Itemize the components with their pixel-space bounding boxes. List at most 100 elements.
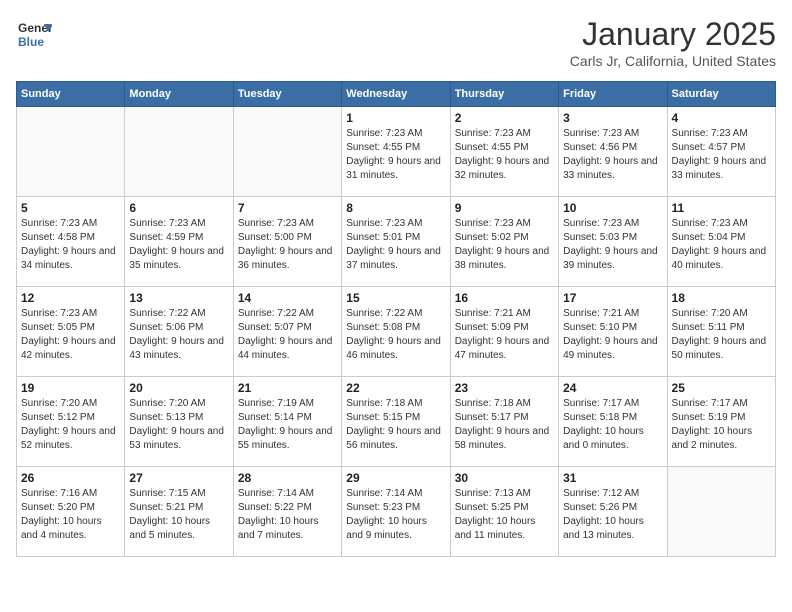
day-info: Sunrise: 7:18 AMSunset: 5:17 PMDaylight:…: [455, 397, 554, 453]
day-info: Sunrise: 7:17 AMSunset: 5:19 PMDaylight:…: [672, 397, 771, 453]
day-info: Sunrise: 7:23 AMSunset: 5:04 PMDaylight:…: [672, 217, 771, 273]
month-title: January 2025: [570, 16, 776, 53]
week-row-2: 5 Sunrise: 7:23 AMSunset: 4:58 PMDaylight…: [17, 197, 776, 287]
day-info: Sunrise: 7:23 AMSunset: 4:59 PMDaylight:…: [129, 217, 228, 273]
day-number: 4: [672, 111, 771, 125]
day-info: Sunrise: 7:14 AMSunset: 5:22 PMDaylight:…: [238, 487, 337, 543]
day-number: 10: [563, 201, 662, 215]
day-number: 26: [21, 471, 120, 485]
weekday-header-thursday: Thursday: [450, 82, 558, 107]
day-number: 29: [346, 471, 445, 485]
calendar-cell: 26 Sunrise: 7:16 AMSunset: 5:20 PMDayligh…: [17, 467, 125, 557]
day-number: 14: [238, 291, 337, 305]
calendar-cell: [233, 107, 341, 197]
calendar-cell: 1 Sunrise: 7:23 AMSunset: 4:55 PMDaylight…: [342, 107, 450, 197]
day-info: Sunrise: 7:16 AMSunset: 5:20 PMDaylight:…: [21, 487, 120, 543]
calendar-cell: 18 Sunrise: 7:20 AMSunset: 5:11 PMDayligh…: [667, 287, 775, 377]
calendar-table: SundayMondayTuesdayWednesdayThursdayFrid…: [16, 81, 776, 557]
day-info: Sunrise: 7:23 AMSunset: 5:05 PMDaylight:…: [21, 307, 120, 363]
calendar-cell: 23Sunrise: 7:18 AMSunset: 5:17 PMDayligh…: [450, 377, 558, 467]
calendar-cell: 11Sunrise: 7:23 AMSunset: 5:04 PMDayligh…: [667, 197, 775, 287]
day-number: 13: [129, 291, 228, 305]
day-info: Sunrise: 7:22 AMSunset: 5:07 PMDaylight:…: [238, 307, 337, 363]
location-subtitle: Carls Jr, California, United States: [570, 53, 776, 69]
day-info: Sunrise: 7:15 AMSunset: 5:21 PMDaylight:…: [129, 487, 228, 543]
calendar-cell: [667, 467, 775, 557]
day-info: Sunrise: 7:20 AMSunset: 5:11 PMDaylight:…: [672, 307, 771, 363]
day-number: 25: [672, 381, 771, 395]
day-number: 6: [129, 201, 228, 215]
calendar-cell: 9 Sunrise: 7:23 AMSunset: 5:02 PMDaylight…: [450, 197, 558, 287]
day-info: Sunrise: 7:23 AMSunset: 5:00 PMDaylight:…: [238, 217, 337, 273]
day-number: 28: [238, 471, 337, 485]
day-info: Sunrise: 7:12 AMSunset: 5:26 PMDaylight:…: [563, 487, 662, 543]
day-info: Sunrise: 7:21 AMSunset: 5:10 PMDaylight:…: [563, 307, 662, 363]
day-info: Sunrise: 7:22 AMSunset: 5:06 PMDaylight:…: [129, 307, 228, 363]
week-row-5: 26 Sunrise: 7:16 AMSunset: 5:20 PMDayligh…: [17, 467, 776, 557]
calendar-cell: 19Sunrise: 7:20 AMSunset: 5:12 PMDayligh…: [17, 377, 125, 467]
day-number: 9: [455, 201, 554, 215]
calendar-cell: 8 Sunrise: 7:23 AMSunset: 5:01 PMDaylight…: [342, 197, 450, 287]
weekday-header-sunday: Sunday: [17, 82, 125, 107]
day-number: 24: [563, 381, 662, 395]
day-info: Sunrise: 7:23 AMSunset: 4:55 PMDaylight:…: [455, 127, 554, 183]
weekday-header-friday: Friday: [559, 82, 667, 107]
day-number: 31: [563, 471, 662, 485]
day-info: Sunrise: 7:23 AMSunset: 4:56 PMDaylight:…: [563, 127, 662, 183]
day-number: 12: [21, 291, 120, 305]
day-number: 15: [346, 291, 445, 305]
week-row-1: 1 Sunrise: 7:23 AMSunset: 4:55 PMDaylight…: [17, 107, 776, 197]
logo-icon: General Blue: [16, 16, 52, 52]
day-info: Sunrise: 7:23 AMSunset: 5:01 PMDaylight:…: [346, 217, 445, 273]
logo: General Blue: [16, 16, 52, 52]
weekday-header-wednesday: Wednesday: [342, 82, 450, 107]
day-info: Sunrise: 7:17 AMSunset: 5:18 PMDaylight:…: [563, 397, 662, 453]
weekday-header-row: SundayMondayTuesdayWednesdayThursdayFrid…: [17, 82, 776, 107]
calendar-cell: 15 Sunrise: 7:22 AMSunset: 5:08 PMDayligh…: [342, 287, 450, 377]
day-number: 22: [346, 381, 445, 395]
calendar-cell: 25 Sunrise: 7:17 AMSunset: 5:19 PMDayligh…: [667, 377, 775, 467]
calendar-cell: 10Sunrise: 7:23 AMSunset: 5:03 PMDayligh…: [559, 197, 667, 287]
day-number: 18: [672, 291, 771, 305]
day-info: Sunrise: 7:23 AMSunset: 4:57 PMDaylight:…: [672, 127, 771, 183]
day-number: 3: [563, 111, 662, 125]
day-info: Sunrise: 7:23 AMSunset: 4:58 PMDaylight:…: [21, 217, 120, 273]
calendar-cell: 30Sunrise: 7:13 AMSunset: 5:25 PMDayligh…: [450, 467, 558, 557]
calendar-cell: 3 Sunrise: 7:23 AMSunset: 4:56 PMDaylight…: [559, 107, 667, 197]
calendar-cell: [17, 107, 125, 197]
calendar-cell: 16Sunrise: 7:21 AMSunset: 5:09 PMDayligh…: [450, 287, 558, 377]
day-info: Sunrise: 7:20 AMSunset: 5:12 PMDaylight:…: [21, 397, 120, 453]
weekday-header-saturday: Saturday: [667, 82, 775, 107]
week-row-4: 19Sunrise: 7:20 AMSunset: 5:12 PMDayligh…: [17, 377, 776, 467]
day-info: Sunrise: 7:21 AMSunset: 5:09 PMDaylight:…: [455, 307, 554, 363]
weekday-header-tuesday: Tuesday: [233, 82, 341, 107]
day-number: 17: [563, 291, 662, 305]
day-number: 21: [238, 381, 337, 395]
day-info: Sunrise: 7:18 AMSunset: 5:15 PMDaylight:…: [346, 397, 445, 453]
day-info: Sunrise: 7:23 AMSunset: 5:02 PMDaylight:…: [455, 217, 554, 273]
day-number: 1: [346, 111, 445, 125]
weekday-header-monday: Monday: [125, 82, 233, 107]
svg-text:Blue: Blue: [18, 35, 44, 49]
calendar-cell: 28 Sunrise: 7:14 AMSunset: 5:22 PMDayligh…: [233, 467, 341, 557]
calendar-cell: 12 Sunrise: 7:23 AMSunset: 5:05 PMDayligh…: [17, 287, 125, 377]
page-header: General Blue January 2025 Carls Jr, Cali…: [16, 16, 776, 69]
calendar-cell: 5 Sunrise: 7:23 AMSunset: 4:58 PMDaylight…: [17, 197, 125, 287]
day-info: Sunrise: 7:22 AMSunset: 5:08 PMDaylight:…: [346, 307, 445, 363]
title-area: January 2025 Carls Jr, California, Unite…: [570, 16, 776, 69]
calendar-cell: 24 Sunrise: 7:17 AMSunset: 5:18 PMDayligh…: [559, 377, 667, 467]
day-info: Sunrise: 7:23 AMSunset: 4:55 PMDaylight:…: [346, 127, 445, 183]
calendar-cell: 4 Sunrise: 7:23 AMSunset: 4:57 PMDaylight…: [667, 107, 775, 197]
calendar-cell: 6 Sunrise: 7:23 AMSunset: 4:59 PMDaylight…: [125, 197, 233, 287]
calendar-cell: [125, 107, 233, 197]
week-row-3: 12 Sunrise: 7:23 AMSunset: 5:05 PMDayligh…: [17, 287, 776, 377]
calendar-cell: 14 Sunrise: 7:22 AMSunset: 5:07 PMDayligh…: [233, 287, 341, 377]
calendar-cell: 22 Sunrise: 7:18 AMSunset: 5:15 PMDayligh…: [342, 377, 450, 467]
calendar-cell: 17 Sunrise: 7:21 AMSunset: 5:10 PMDayligh…: [559, 287, 667, 377]
calendar-cell: 2Sunrise: 7:23 AMSunset: 4:55 PMDaylight…: [450, 107, 558, 197]
day-number: 5: [21, 201, 120, 215]
day-number: 7: [238, 201, 337, 215]
calendar-cell: 21Sunrise: 7:19 AMSunset: 5:14 PMDayligh…: [233, 377, 341, 467]
day-info: Sunrise: 7:20 AMSunset: 5:13 PMDaylight:…: [129, 397, 228, 453]
day-number: 8: [346, 201, 445, 215]
